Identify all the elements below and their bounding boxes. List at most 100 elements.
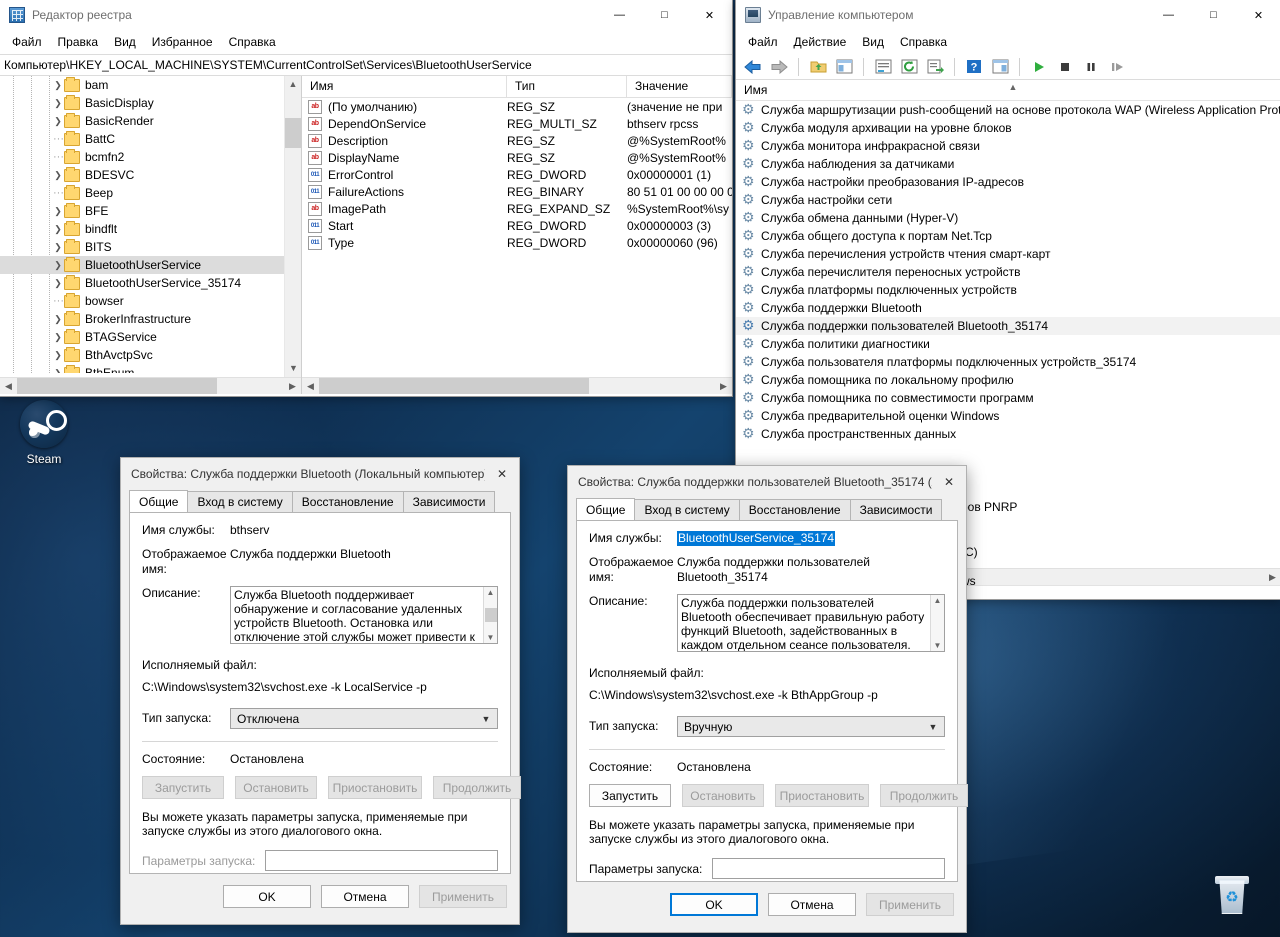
column-header-type[interactable]: Тип <box>507 76 627 97</box>
registry-value-row[interactable]: ab ImagePath REG_EXPAND_SZ %SystemRoot%\sy <box>302 200 732 217</box>
tab-logon[interactable]: Вход в систему <box>187 491 293 512</box>
registry-values-pane[interactable]: Имя Тип Значение ab (По умолчанию) REG_SZ (… <box>302 76 732 394</box>
description-scrollbar[interactable]: ▲ ▼ <box>483 587 497 643</box>
registry-tree-item[interactable]: ··· Beep <box>0 184 301 202</box>
registry-tree-item[interactable]: ❯ BrokerInfrastructure <box>0 310 301 328</box>
registry-address-bar[interactable]: Компьютер\HKEY_LOCAL_MACHINE\SYSTEM\Curr… <box>0 54 732 76</box>
show-action-pane-icon[interactable] <box>989 56 1011 78</box>
startup-params-input[interactable] <box>712 858 945 879</box>
dialog-tabs[interactable]: Общие Вход в систему Восстановление Зави… <box>568 498 966 520</box>
restart-service-icon[interactable] <box>1106 56 1128 78</box>
column-header-value[interactable]: Значение <box>627 76 732 97</box>
registry-tree-item[interactable]: ··· bcmfn2 <box>0 148 301 166</box>
compmgmt-menubar[interactable]: Файл Действие Вид Справка <box>736 30 1280 54</box>
registry-value-row[interactable]: 011 FailureActions REG_BINARY 80 51 01 00 0… <box>302 183 732 200</box>
column-header-name[interactable]: Имя <box>302 76 507 97</box>
regedit-window-controls[interactable]: — □ ✕ <box>597 0 732 30</box>
service-list-item[interactable]: Служба наблюдения за датчиками <box>736 155 1280 173</box>
scroll-up-icon[interactable]: ▲ <box>285 76 301 93</box>
dialog-titlebar[interactable]: Свойства: Служба поддержки пользователей… <box>568 466 966 498</box>
startup-params-input[interactable] <box>265 850 498 871</box>
chevron-right-icon[interactable]: ❯ <box>53 260 63 271</box>
minimize-button[interactable]: — <box>597 0 642 30</box>
chevron-down-icon[interactable]: ▼ <box>922 722 944 732</box>
properties-icon[interactable] <box>872 56 894 78</box>
registry-tree-list[interactable]: ❯ bam ❯ BasicDisplay ❯ BasicRender ··· BattC ···… <box>0 76 301 373</box>
registry-value-row[interactable]: ab DisplayName REG_SZ @%SystemRoot% <box>302 149 732 166</box>
chevron-right-icon[interactable]: ❯ <box>53 80 63 91</box>
refresh-icon[interactable] <box>898 56 920 78</box>
service-list-item[interactable]: Служба пространственных данных <box>736 425 1280 443</box>
scroll-down-icon[interactable]: ▼ <box>285 360 301 377</box>
description-scrollbar[interactable]: ▲ ▼ <box>930 595 944 651</box>
stop-service-icon[interactable] <box>1054 56 1076 78</box>
values-horizontal-scrollbar[interactable]: ◀ ▶ <box>302 377 732 394</box>
cancel-button[interactable]: Отмена <box>768 893 856 916</box>
tree-vertical-scrollbar[interactable]: ▲ ▼ <box>284 76 301 377</box>
menu-item-help[interactable]: Справка <box>892 32 955 52</box>
maximize-button[interactable]: □ <box>1191 0 1236 30</box>
chevron-right-icon[interactable]: ❯ <box>53 206 63 217</box>
registry-tree-item[interactable]: ❯ BthAvctpSvc <box>0 346 301 364</box>
bluetooth-support-properties-dialog[interactable]: Свойства: Служба поддержки Bluetooth (Ло… <box>120 457 521 925</box>
display-name-value[interactable]: Служба поддержки пользователей Bluetooth… <box>677 555 945 585</box>
start-service-icon[interactable] <box>1028 56 1050 78</box>
scroll-thumb[interactable] <box>932 616 944 630</box>
tab-general[interactable]: Общие <box>576 498 636 520</box>
menu-item-favorites[interactable]: Избранное <box>144 32 221 52</box>
dialog-titlebar[interactable]: Свойства: Служба поддержки Bluetooth (Ло… <box>121 458 519 490</box>
back-arrow-icon[interactable] <box>742 56 764 78</box>
scroll-up-icon[interactable]: ▲ <box>487 588 495 597</box>
regedit-menubar[interactable]: Файл Правка Вид Избранное Справка <box>0 30 732 54</box>
column-header-name[interactable]: Имя <box>744 83 767 97</box>
menu-item-view[interactable]: Вид <box>106 32 144 52</box>
minimize-button[interactable]: — <box>1146 0 1191 30</box>
registry-tree-item[interactable]: ❯ BFE <box>0 202 301 220</box>
registry-tree-item[interactable]: ❯ BasicDisplay <box>0 94 301 112</box>
close-button[interactable]: ✕ <box>687 0 732 30</box>
scroll-left-icon[interactable]: ◀ <box>0 381 17 392</box>
registry-value-row[interactable]: ab Description REG_SZ @%SystemRoot% <box>302 132 732 149</box>
service-control-buttons[interactable]: Запустить Остановить Приостановить Продо… <box>142 776 521 799</box>
service-list-item[interactable]: Служба настройки преобразования IP-адрес… <box>736 173 1280 191</box>
registry-value-row[interactable]: 011 Start REG_DWORD 0x00000003 (3) <box>302 217 732 234</box>
chevron-right-icon[interactable]: ❯ <box>53 314 63 325</box>
start-button[interactable]: Запустить <box>589 784 671 807</box>
registry-values-list[interactable]: ab (По умолчанию) REG_SZ (значение не при ab… <box>302 98 732 251</box>
registry-tree-item[interactable]: ❯ BluetoothUserService <box>0 256 301 274</box>
service-control-buttons[interactable]: Запустить Остановить Приостановить Продо… <box>589 784 968 807</box>
display-name-value[interactable]: Служба поддержки Bluetooth <box>230 547 498 577</box>
description-box[interactable]: Служба поддержки пользователей Bluetooth… <box>677 594 945 652</box>
registry-value-row[interactable]: 011 ErrorControl REG_DWORD 0x00000001 (1) <box>302 166 732 183</box>
ok-button[interactable]: OK <box>670 893 758 916</box>
startup-type-select[interactable]: Отключена ▼ <box>230 708 498 729</box>
menu-item-file[interactable]: Файл <box>4 32 50 52</box>
service-list-item[interactable]: Служба общего доступа к портам Net.Tcp <box>736 227 1280 245</box>
registry-value-row[interactable]: ab DependOnService REG_MULTI_SZ bthserv rpc… <box>302 115 732 132</box>
scroll-left-icon[interactable]: ◀ <box>302 381 319 392</box>
export-list-icon[interactable] <box>924 56 946 78</box>
desktop-icon-steam[interactable]: Steam <box>6 400 82 466</box>
scroll-up-icon[interactable]: ▲ <box>934 596 942 605</box>
scroll-thumb[interactable] <box>17 377 217 394</box>
chevron-right-icon[interactable]: ❯ <box>53 368 63 374</box>
registry-tree-item[interactable]: ❯ BDESVC <box>0 166 301 184</box>
maximize-button[interactable]: □ <box>642 0 687 30</box>
up-folder-icon[interactable] <box>807 56 829 78</box>
service-list-item[interactable]: Служба платформы подключенных устройств <box>736 281 1280 299</box>
service-name-value-wrap[interactable]: BluetoothUserService_35174 <box>677 531 945 546</box>
description-box[interactable]: Служба Bluetooth поддерживает обнаружени… <box>230 586 498 644</box>
regedit-titlebar[interactable]: Редактор реестра — □ ✕ <box>0 0 732 30</box>
chevron-right-icon[interactable]: ❯ <box>53 170 63 181</box>
service-list-item[interactable]: Служба помощника по локальному профилю <box>736 371 1280 389</box>
service-list-item[interactable]: Служба маршрутизации push-сообщений на о… <box>736 101 1280 119</box>
chevron-right-icon[interactable]: ❯ <box>53 242 63 253</box>
scroll-thumb[interactable] <box>319 377 589 394</box>
registry-value-row[interactable]: ab (По умолчанию) REG_SZ (значение не при <box>302 98 732 115</box>
registry-tree-item[interactable]: ❯ bindflt <box>0 220 301 238</box>
registry-tree-item[interactable]: ❯ BluetoothUserService_35174 <box>0 274 301 292</box>
compmgmt-titlebar[interactable]: Управление компьютером — □ ✕ <box>736 0 1280 30</box>
dialog-footer-buttons[interactable]: OK Отмена Применить <box>121 874 519 919</box>
registry-tree-item[interactable]: ❯ BthEnum <box>0 364 301 373</box>
chevron-right-icon[interactable]: ❯ <box>53 224 63 235</box>
